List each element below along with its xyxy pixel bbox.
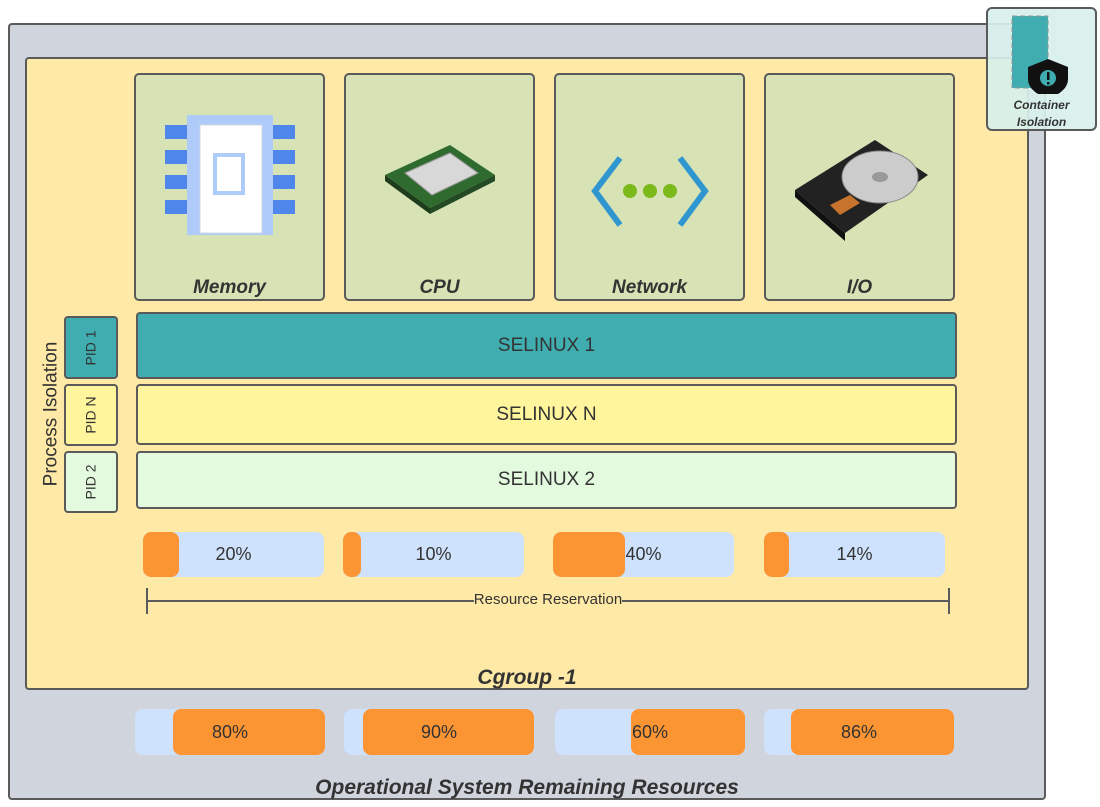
remaining-bar: 80% xyxy=(135,709,325,755)
remaining-bar: 60% xyxy=(555,709,745,755)
selinux-1: SELINUX 1 xyxy=(136,312,957,379)
remaining-value: 60% xyxy=(631,721,669,742)
reservation-value: 20% xyxy=(215,544,252,564)
network-card: Network xyxy=(554,73,745,301)
resource-reservation-label: Resource Reservation xyxy=(473,591,623,608)
container-isolation-label: Container Isolation xyxy=(1013,98,1070,129)
pid-label: PID 2 xyxy=(82,464,99,500)
remaining-value: 90% xyxy=(420,721,458,742)
network-label: Network xyxy=(612,277,687,298)
hard-disk-icon xyxy=(794,140,928,241)
cgroup-label: Cgroup -1 xyxy=(477,666,577,689)
reservation-value: 14% xyxy=(836,544,873,564)
pid-1: PID 1 xyxy=(64,316,118,379)
memory-chip-icon xyxy=(164,115,295,235)
network-icon xyxy=(590,156,709,227)
remaining-bar: 86% xyxy=(764,709,954,755)
reservation-value: 10% xyxy=(415,544,452,564)
memory-label: Memory xyxy=(193,277,266,298)
cpu-label: CPU xyxy=(419,277,460,298)
remaining-bar: 90% xyxy=(344,709,534,755)
memory-card: Memory xyxy=(134,73,325,301)
pid-2: PID 2 xyxy=(64,451,118,513)
reservation-bar: 14% xyxy=(764,532,945,577)
reservation-bar: 10% xyxy=(343,532,524,577)
container-isolation-box: Container Isolation xyxy=(986,7,1097,131)
remaining-value: 86% xyxy=(840,721,878,742)
io-card: I/O xyxy=(764,73,955,301)
remaining-resources-label: Operational System Remaining Resources xyxy=(315,776,739,799)
selinux-n: SELINUX N xyxy=(136,384,957,445)
reservation-bar: 40% xyxy=(553,532,734,577)
io-label: I/O xyxy=(846,277,873,298)
pid-label: PID 1 xyxy=(82,329,99,366)
pid-n: PID N xyxy=(64,384,118,446)
cpu-card: CPU xyxy=(344,73,535,301)
process-isolation-label: Process Isolation xyxy=(40,341,61,487)
selinux-2: SELINUX 2 xyxy=(136,451,957,509)
reservation-value: 40% xyxy=(625,544,662,564)
cpu-icon xyxy=(384,145,495,214)
process-isolation-label-wrap: Process Isolation xyxy=(38,316,64,512)
remaining-value: 80% xyxy=(211,721,249,742)
pid-label: PID N xyxy=(83,396,99,434)
resource-reservation-bracket: Resource Reservation xyxy=(146,588,950,614)
container-shield-icon xyxy=(1011,15,1068,94)
reservation-bar: 20% xyxy=(143,532,324,577)
